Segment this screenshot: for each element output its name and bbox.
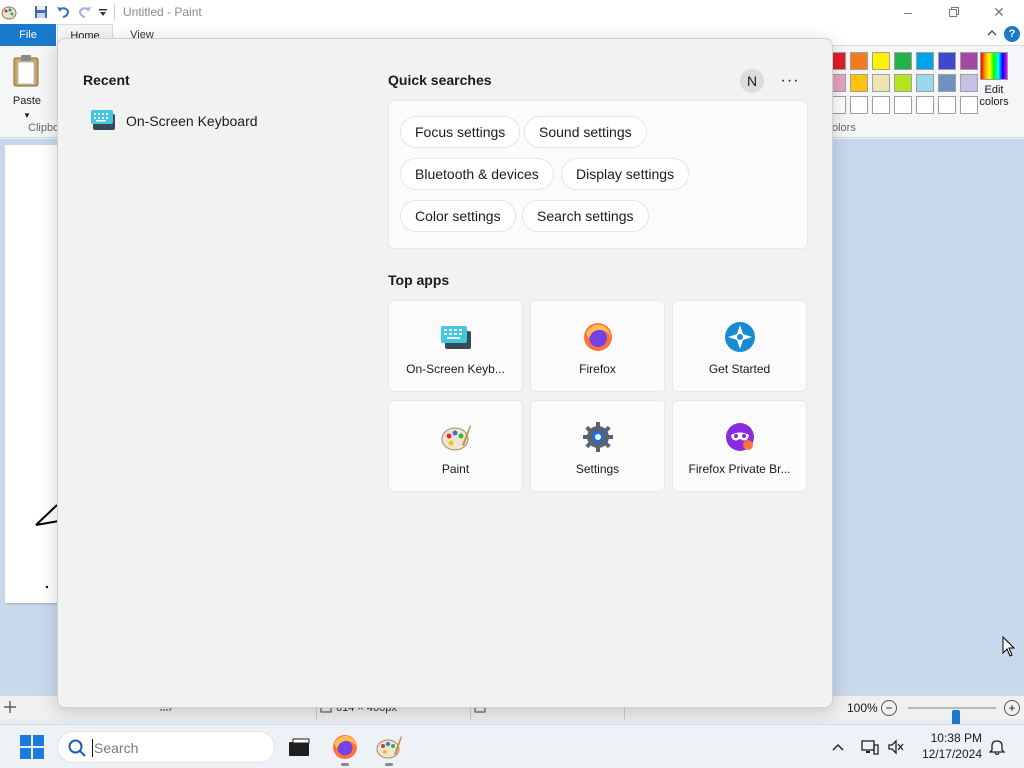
quick-search-focus[interactable]: Focus settings (400, 116, 521, 148)
quick-search-bluetooth[interactable]: Bluetooth & devices (400, 158, 554, 190)
window-title: Untitled - Paint (123, 5, 202, 19)
color-swatch[interactable] (872, 96, 890, 114)
clock-time: 10:38 PM (930, 731, 982, 745)
quick-searches-panel: Focus settings Sound settings Bluetooth … (388, 100, 808, 249)
restore-button[interactable] (931, 0, 977, 24)
color-swatch[interactable] (850, 52, 868, 70)
app-tile-firefox[interactable]: Firefox (530, 300, 665, 392)
app-tile-label: Firefox (579, 362, 616, 376)
color-swatch[interactable] (872, 74, 890, 92)
color-swatch[interactable] (938, 74, 956, 92)
minimize-button[interactable]: – (885, 0, 931, 24)
quick-searches-title: Quick searches (388, 72, 492, 88)
paste-dropdown-icon[interactable]: ▼ (23, 111, 31, 120)
color-swatch[interactable] (938, 96, 956, 114)
paint-app-icon[interactable] (0, 3, 18, 21)
drawing-canvas[interactable] (5, 145, 65, 603)
color-swatch[interactable] (894, 52, 912, 70)
color-swatch[interactable] (894, 96, 912, 114)
app-tile-on-screen-keyboard[interactable]: On-Screen Keyb... (388, 300, 523, 392)
app-tile-paint[interactable]: Paint (388, 400, 523, 492)
app-tile-firefox-private[interactable]: Firefox Private Br... (672, 400, 807, 492)
collapse-ribbon-icon[interactable] (986, 27, 998, 42)
app-tile-label: Settings (575, 462, 620, 476)
notification-bell-icon[interactable] (987, 737, 1007, 757)
more-options-button[interactable]: ··· (778, 69, 802, 93)
recent-item[interactable]: On-Screen Keyboard (90, 107, 258, 135)
colors-group-label: olors (832, 122, 856, 134)
top-apps-title: Top apps (388, 272, 450, 288)
quick-search-color[interactable]: Color settings (400, 200, 516, 232)
redo-icon[interactable] (76, 3, 94, 21)
firefox-icon (582, 321, 614, 353)
paint-icon[interactable] (375, 733, 403, 766)
app-tile-label: On-Screen Keyb... (406, 362, 505, 376)
cursor-position-icon (4, 701, 16, 716)
zoom-out-button[interactable]: − (881, 700, 897, 716)
search-icon (68, 739, 86, 760)
close-button[interactable]: ✕ (976, 0, 1022, 24)
zoom-in-button[interactable]: + (1004, 700, 1020, 716)
zoom-slider[interactable] (908, 707, 996, 726)
show-hidden-icons-chevron-icon[interactable] (828, 737, 848, 757)
keyboard-icon (90, 109, 116, 134)
rainbow-icon (980, 52, 1008, 80)
edit-colors-label: Edit colors (979, 84, 1009, 108)
clipboard-group-label: Clipbo (28, 122, 60, 134)
volume-muted-icon[interactable] (886, 737, 906, 757)
windows-start-icon[interactable] (20, 735, 44, 759)
app-tile-settings[interactable]: Settings (530, 400, 665, 492)
mouse-cursor-icon (1002, 635, 1016, 661)
zoom-level: 100% (847, 701, 878, 715)
firefox-icon[interactable] (331, 733, 359, 766)
color-swatch[interactable] (850, 74, 868, 92)
app-tile-label: Paint (441, 462, 470, 476)
recent-item-label: On-Screen Keyboard (126, 113, 258, 129)
color-swatch[interactable] (850, 96, 868, 114)
help-icon[interactable]: ? (1004, 26, 1020, 42)
quick-search-search[interactable]: Search settings (522, 200, 649, 232)
file-explorer-icon[interactable] (285, 733, 313, 761)
running-indicator (341, 763, 349, 766)
clipboard-icon (13, 55, 39, 87)
color-swatch[interactable] (872, 52, 890, 70)
paste-button[interactable]: Paste ▼ (10, 54, 44, 121)
recent-title: Recent (83, 72, 130, 88)
color-swatch[interactable] (894, 74, 912, 92)
taskbar: Search 10:38 PM 12/17/2024 (0, 724, 1024, 768)
search-placeholder: Search (94, 740, 139, 756)
running-indicator (385, 763, 393, 766)
quick-search-sound[interactable]: Sound settings (524, 116, 647, 148)
get-started-icon (724, 321, 756, 353)
color-swatch[interactable] (916, 96, 934, 114)
app-tile-label: Firefox Private Br... (688, 462, 791, 476)
undo-icon[interactable] (54, 3, 72, 21)
save-icon[interactable] (32, 3, 50, 21)
color-swatch[interactable] (916, 74, 934, 92)
settings-icon (582, 421, 614, 453)
color-swatch[interactable] (938, 52, 956, 70)
system-clock[interactable]: 10:38 PM 12/17/2024 (916, 730, 982, 762)
paint-icon (440, 421, 472, 453)
quick-search-display[interactable]: Display settings (561, 158, 690, 190)
app-tile-get-started[interactable]: Get Started (672, 300, 807, 392)
app-tile-label: Get Started (708, 362, 771, 376)
start-search-flyout: Recent On-Screen Keyboard Quick searches… (57, 38, 833, 708)
color-swatch[interactable] (916, 52, 934, 70)
qat-divider (114, 4, 115, 20)
firefox-private-icon (724, 421, 756, 453)
keyboard-icon (440, 321, 472, 353)
clock-date: 12/17/2024 (921, 747, 982, 761)
network-icon[interactable] (860, 737, 880, 757)
avatar[interactable]: N (740, 69, 764, 93)
text-caret (92, 739, 93, 757)
taskbar-search-input[interactable]: Search (57, 731, 275, 763)
tab-file[interactable]: File (0, 24, 56, 46)
paste-label: Paste (12, 95, 42, 107)
customize-qat-icon[interactable] (94, 3, 112, 21)
paint-titlebar: Untitled - Paint – ✕ (0, 0, 1024, 24)
edit-colors-button[interactable]: Edit colors (976, 52, 1012, 108)
